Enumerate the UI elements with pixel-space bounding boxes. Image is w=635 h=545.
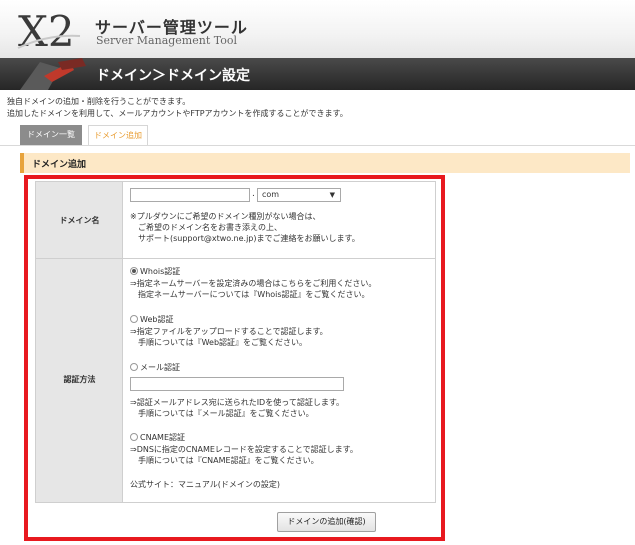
app-subtitle: Server Management Tool: [96, 34, 237, 47]
tab-domain-add[interactable]: ドメイン追加: [88, 125, 148, 146]
tab-divider: [0, 145, 635, 146]
section-header: ドメイン追加: [20, 153, 630, 173]
section-title: ドメイン追加: [32, 160, 87, 170]
description-line: 独自ドメインの追加・削除を行うことができます。: [7, 97, 191, 106]
x2-logo: X2: [17, 7, 81, 54]
description-line: 追加したドメインを利用して、メールアカウントやFTPアカウントを作成することがで…: [7, 109, 348, 118]
logo-text: X2: [18, 7, 75, 54]
highlight-box: [24, 175, 445, 541]
tab-domain-list[interactable]: ドメイン一覧: [20, 125, 82, 145]
page-title-bar: ドメイン＞ドメイン設定: [0, 58, 635, 90]
title-bar-decoration-icon: [20, 58, 86, 90]
page-title: ドメイン＞ドメイン設定: [96, 68, 250, 84]
app-header: X2 サーバー管理ツール Server Management Tool: [0, 0, 635, 58]
page-description: 独自ドメインの追加・削除を行うことができます。 追加したドメインを利用して、メー…: [7, 96, 348, 120]
